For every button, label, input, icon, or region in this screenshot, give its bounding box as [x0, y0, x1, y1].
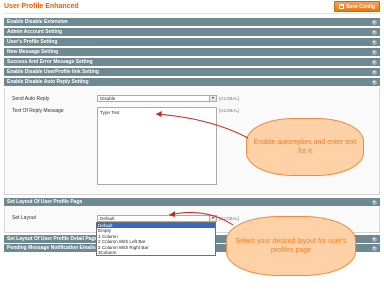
scope-label: [GLOBAL] — [219, 96, 240, 101]
callout-arrow-autoreply — [155, 111, 249, 139]
select-value: Disable — [100, 96, 116, 101]
section-label: Set Layout Of User Profile Detail Page — [7, 236, 98, 242]
expand-icon — [372, 20, 377, 25]
section-success-error[interactable]: Success And Error Message Setting — [4, 58, 380, 67]
section-label: Enable Disable Extension — [7, 19, 68, 25]
section-label: Success And Error Message Setting — [7, 59, 93, 65]
header-divider — [4, 13, 380, 14]
section-userprofile-link[interactable]: Enable Disable UserProfile link Setting — [4, 68, 380, 77]
expand-icon — [372, 40, 377, 45]
chevron-down-icon — [209, 96, 216, 101]
section-users-profile[interactable]: User's Profile Setting — [4, 38, 380, 47]
expand-icon — [372, 237, 377, 242]
set-layout-label: Set Layout — [12, 215, 36, 221]
callout-text: Enable autoreplies and enter text for it — [253, 139, 357, 155]
expand-icon — [372, 70, 377, 75]
section-new-message[interactable]: New Message Setting — [4, 48, 380, 57]
section-label: Enable Disable Auto Reply Setting — [7, 79, 89, 85]
expand-icon — [372, 30, 377, 35]
select-value: Default — [100, 216, 115, 221]
section-label: Admin Account Setting — [7, 29, 63, 35]
layout-option[interactable]: 3Column — [97, 250, 215, 255]
section-auto-reply[interactable]: Enable Disable Auto Reply Setting — [4, 78, 380, 87]
reply-text-label: Text Of Reply Message — [12, 108, 64, 114]
page-title: User Profile Enhanced — [4, 3, 79, 10]
section-label: Set Layout Of User Profile Page — [7, 199, 83, 205]
send-auto-reply-label: Send Auto Reply — [12, 96, 50, 102]
section-label: Enable Disable UserProfile link Setting — [7, 69, 99, 75]
save-config-label: Save Config — [346, 3, 375, 10]
section-label: Pending Message Notification Emails Se..… — [7, 245, 108, 251]
collapse-icon — [372, 80, 377, 85]
save-config-button[interactable]: Save Config — [334, 1, 380, 12]
section-enable-disable-extension[interactable]: Enable Disable Extension — [4, 18, 380, 27]
send-auto-reply-select[interactable]: Disable — [97, 95, 217, 102]
section-label: User's Profile Setting — [7, 39, 58, 45]
layout-callout: Select your desired layout for user's pr… — [226, 216, 356, 276]
section-admin-account[interactable]: Admin Account Setting — [4, 28, 380, 37]
save-icon — [339, 4, 345, 9]
collapse-icon — [372, 200, 377, 205]
expand-icon — [372, 60, 377, 65]
callout-arrow-layout — [168, 211, 234, 226]
expand-icon — [372, 246, 377, 251]
textarea-value: Type Text — [100, 110, 120, 115]
section-label: New Message Setting — [7, 49, 59, 55]
expand-icon — [372, 50, 377, 55]
callout-text: Select your desired layout for user's pr… — [235, 238, 347, 254]
autoreply-callout: Enable autoreplies and enter text for it — [246, 118, 364, 176]
